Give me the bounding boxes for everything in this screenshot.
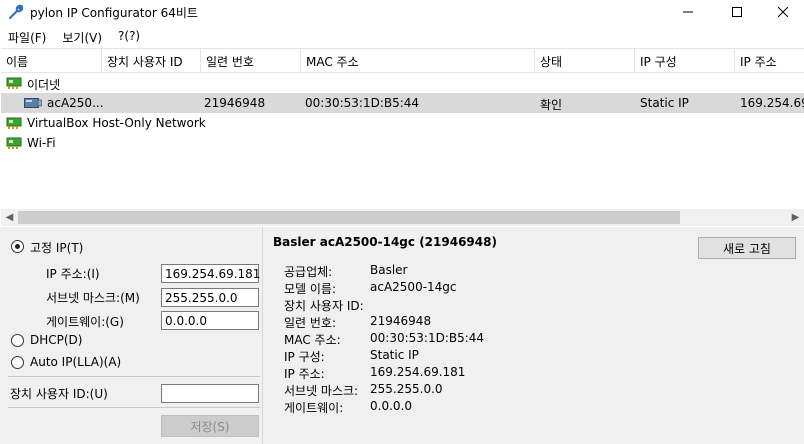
camera-status: 확인 xyxy=(540,98,563,112)
scroll-right-icon[interactable]: ▶ xyxy=(787,209,804,226)
horizontal-scrollbar[interactable]: ◀ ▶ xyxy=(1,209,804,226)
ip-address-label: IP 주소:(I) xyxy=(46,267,100,281)
maximize-icon xyxy=(732,7,742,17)
camera-serial: 21946948 xyxy=(204,96,266,110)
network-card-icon xyxy=(6,137,22,149)
info-value: Basler xyxy=(370,263,408,277)
network-card-icon xyxy=(6,77,22,89)
camera-name: acA250... xyxy=(47,96,104,110)
subnet-mask-input[interactable]: 255.255.0.0 xyxy=(161,288,259,307)
window-title: pylon IP Configurator 64비트 xyxy=(30,6,198,20)
info-key: 게이트웨이: xyxy=(284,401,344,415)
scrollbar-thumb[interactable] xyxy=(18,211,680,224)
dhcp-radio[interactable] xyxy=(11,334,24,347)
dhcp-label: DHCP(D) xyxy=(30,333,83,347)
gateway-label: 게이트웨이:(G) xyxy=(46,315,124,329)
list-item-label: Wi-Fi xyxy=(27,136,56,150)
title-bar: pylon IP Configurator 64비트 xyxy=(0,0,804,24)
info-key: 모델 이름: xyxy=(284,282,337,296)
auto-ip-label: Auto IP(LLA)(A) xyxy=(30,355,122,369)
info-key: 공급업체: xyxy=(284,265,333,279)
network-card-icon xyxy=(6,117,22,129)
column-header-status[interactable]: 상태 xyxy=(535,49,635,73)
info-value: 0.0.0.0 xyxy=(370,399,412,413)
list-item-camera[interactable]: acA250... 21946948 00:30:53:1D:B5:44 확인 … xyxy=(1,93,804,113)
menu-view[interactable]: 보기(V) xyxy=(54,26,110,46)
column-header-user-id[interactable]: 장치 사용자 ID xyxy=(102,49,201,73)
pane-divider xyxy=(262,227,263,444)
info-value: 169.254.69.181 xyxy=(370,365,466,379)
info-value: 255.255.0.0 xyxy=(370,382,443,396)
minimize-icon xyxy=(683,11,693,13)
camera-ip-config: Static IP xyxy=(640,96,689,110)
info-key: 장치 사용자 ID: xyxy=(284,299,364,313)
column-header-serial[interactable]: 일련 번호 xyxy=(201,49,301,73)
auto-ip-radio[interactable] xyxy=(11,356,24,369)
camera-ip: 169.254.69. xyxy=(740,96,804,110)
camera-icon xyxy=(24,98,42,108)
save-button[interactable]: 저장(S) xyxy=(161,415,259,437)
info-key: 일련 번호: xyxy=(284,316,337,330)
menu-file[interactable]: 파일(F) xyxy=(0,26,54,46)
info-key: IP 구성: xyxy=(284,350,325,364)
device-list: 이름 장치 사용자 ID 일련 번호 MAC 주소 상태 IP 구성 IP 주소… xyxy=(1,48,804,226)
column-header-ip-config[interactable]: IP 구성 xyxy=(635,49,735,73)
user-id-input[interactable] xyxy=(161,384,259,403)
user-id-label: 장치 사용자 ID:(U) xyxy=(10,387,108,401)
list-item-adapter-ethernet[interactable]: 이더넷 xyxy=(1,73,804,93)
info-key: 서브넷 마스크: xyxy=(284,384,359,398)
column-header-ip[interactable]: IP 주소 xyxy=(735,49,804,73)
list-item-adapter-virtualbox[interactable]: VirtualBox Host-Only Network xyxy=(1,113,804,133)
info-value: 00:30:53:1D:B5:44 xyxy=(370,331,485,345)
maximize-button[interactable] xyxy=(714,0,760,24)
config-pane: 고정 IP(T) IP 주소:(I) 169.254.69.181 서브넷 마스… xyxy=(0,227,804,444)
column-header-mac[interactable]: MAC 주소 xyxy=(301,49,535,73)
gateway-input[interactable]: 0.0.0.0 xyxy=(161,311,259,330)
device-title: Basler acA2500-14gc (21946948) xyxy=(273,235,497,249)
wrench-icon xyxy=(9,4,24,19)
column-header-name[interactable]: 이름 xyxy=(1,49,102,73)
info-value: 21946948 xyxy=(370,314,432,328)
subnet-mask-label: 서브넷 마스크:(M) xyxy=(46,291,140,305)
info-key: MAC 주소: xyxy=(284,333,341,347)
list-item-label: 이더넷 xyxy=(27,78,61,92)
close-button[interactable] xyxy=(760,0,804,24)
separator xyxy=(8,407,260,408)
list-item-adapter-wifi[interactable]: Wi-Fi xyxy=(1,133,804,153)
list-header: 이름 장치 사용자 ID 일련 번호 MAC 주소 상태 IP 구성 IP 주소 xyxy=(1,49,804,73)
static-ip-radio[interactable] xyxy=(11,240,24,253)
ip-address-input[interactable]: 169.254.69.181 xyxy=(161,264,260,283)
separator xyxy=(8,376,260,377)
info-value: Static IP xyxy=(370,348,419,362)
menu-help[interactable]: ?(?) xyxy=(110,26,148,46)
close-icon xyxy=(778,7,788,17)
info-key: IP 주소: xyxy=(284,367,325,381)
minimize-button[interactable] xyxy=(665,0,711,24)
info-value: acA2500-14gc xyxy=(370,280,457,294)
static-ip-label: 고정 IP(T) xyxy=(30,241,84,255)
refresh-button[interactable]: 새로 고침 xyxy=(698,237,796,259)
camera-mac: 00:30:53:1D:B5:44 xyxy=(305,96,420,110)
scroll-left-icon[interactable]: ◀ xyxy=(1,209,18,226)
menu-bar: 파일(F) 보기(V) ?(?) xyxy=(0,26,148,46)
list-item-label: VirtualBox Host-Only Network xyxy=(27,116,206,130)
